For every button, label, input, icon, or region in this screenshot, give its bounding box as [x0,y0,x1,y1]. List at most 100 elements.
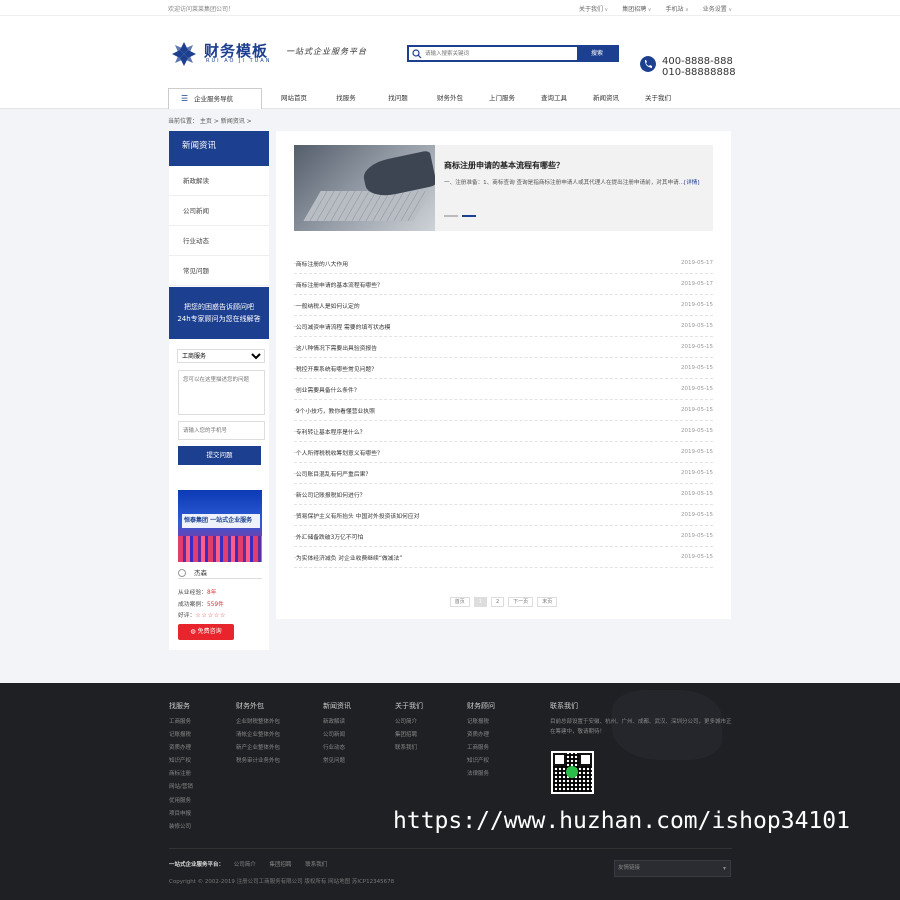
service-select[interactable]: 工商服务 [177,349,265,363]
news-row[interactable]: 商标注册的八大作用 2019-05-17 [294,253,713,274]
pager-next[interactable]: 下一页 [508,597,534,607]
footer-link[interactable]: 知识产权 [467,755,495,768]
news-row[interactable]: 专利转让基本程序是什么？ 2019-05-15 [294,421,713,442]
search-button[interactable]: 搜索 [577,47,617,60]
footer-link[interactable]: 资质办理 [467,729,495,742]
footer-link[interactable]: 新政解读 [323,716,351,729]
footer-link[interactable]: 法律服务 [467,768,495,781]
sidebar-item-faq[interactable]: 常见问题 [169,256,269,286]
nav-item-questions[interactable]: 找问题 [372,88,424,109]
news-title[interactable]: 新公司记账报税如何进行？ [294,490,366,499]
news-row[interactable]: 公司减资申请流程 需要的填写状态模 2019-05-15 [294,316,713,337]
sidebar-item-company-news[interactable]: 公司新闻 [169,196,269,226]
news-title[interactable]: 9个小技巧，教你看懂营业执照 [294,406,375,415]
featured-more-link[interactable]: [详情] [684,180,700,186]
sidebar-item-industry[interactable]: 行业动态 [169,226,269,256]
footer-link[interactable]: 优用服务 [169,795,193,808]
category-nav-button[interactable]: ☰ 企业服务导航 [168,88,262,109]
slider-dot-active[interactable] [462,215,476,217]
footer-link-jobs[interactable]: 集团招聘 [270,862,292,868]
news-row[interactable]: 这八种情况下需要出具验资报告 2019-05-15 [294,337,713,358]
featured-image[interactable] [294,145,435,231]
nav-item-about[interactable]: 关于我们 [632,88,684,109]
sidebar-item-policy[interactable]: 新政解读 [169,166,269,196]
news-row[interactable]: 个人所得税税收筹划意义有哪些？ 2019-05-15 [294,442,713,463]
footer-link[interactable]: 资质办理 [169,742,193,755]
top-link-jobs[interactable]: 集团招聘 [622,4,651,13]
advisor-name-row: 杰森 [178,567,262,579]
nav-item-onsite[interactable]: 上门服务 [476,88,528,109]
news-title[interactable]: 外汇储备跌破3万亿不可怕 [294,532,363,541]
nav-item-outsourcing[interactable]: 财务外包 [424,88,476,109]
footer-link[interactable]: 工商服务 [467,742,495,755]
news-row[interactable]: 商标注册申请的基本流程有哪些？ 2019-05-17 [294,274,713,295]
news-title[interactable]: 公司减资申请流程 需要的填写状态模 [294,322,391,331]
footer-link[interactable]: 公司简介 [395,716,423,729]
news-row[interactable]: 创业需要具备什么条件？ 2019-05-15 [294,379,713,400]
pager-last[interactable]: 末页 [537,597,558,607]
footer-link[interactable]: 公司新闻 [323,729,351,742]
top-link-about[interactable]: 关于我们 [579,4,608,13]
pager-first[interactable]: 首页 [449,597,470,607]
logo[interactable]: 财务模板 RUI AO JI TUAN [170,38,280,68]
footer-link[interactable]: 项目申报 [169,808,193,821]
free-consult-button[interactable]: ◍ 免费咨询 [178,624,234,640]
footer-link[interactable]: 常见问题 [323,755,351,768]
footer-link[interactable]: 清帐企业整体外包 [236,729,280,742]
phone-input[interactable] [178,421,265,440]
news-list: 商标注册的八大作用 2019-05-17 商标注册申请的基本流程有哪些？ 2019-0… [294,253,713,568]
footer-link[interactable]: 工商服务 [169,716,193,729]
featured-title[interactable]: 商标注册申请的基本流程有哪些？ [444,160,564,171]
news-title[interactable]: 为实体经济减负 对企业收费继续“做减法” [294,553,402,562]
footer-link-contact[interactable]: 联系我们 [305,862,327,868]
footer-link[interactable]: 联系我们 [395,742,423,755]
news-row[interactable]: 一般纳税人是如何认定的 2019-05-15 [294,295,713,316]
pager-page-1[interactable]: 1 [473,597,487,607]
footer-link[interactable]: 商标注册 [169,768,193,781]
news-row[interactable]: 新公司记账报税如何进行？ 2019-05-15 [294,484,713,505]
footer-link-about[interactable]: 公司简介 [234,862,256,868]
featured-article[interactable]: 商标注册申请的基本流程有哪些？ 一、注册准备：1、商标查询 查询是指商标注册申请… [294,145,713,231]
news-title[interactable]: 贸易保护主义有所抬头 中国对外投资该如何应对 [294,511,420,520]
nav-item-services[interactable]: 找服务 [320,88,372,109]
news-title[interactable]: 商标注册的八大作用 [294,259,348,268]
news-title[interactable]: 专利转让基本程序是什么？ [294,427,366,436]
footer-link[interactable]: 网站/营销 [169,781,193,794]
welcome-text: 欢迎访问莱莱集团公司！ [168,6,235,13]
news-title[interactable]: 一般纳税人是如何认定的 [294,301,360,310]
question-textarea[interactable] [178,370,265,415]
footer-link[interactable]: 记账报税 [467,716,495,729]
news-title[interactable]: 创业需要具备什么条件？ [294,385,360,394]
footer-link[interactable]: 知识产权 [169,755,193,768]
news-row[interactable]: 贸易保护主义有所抬头 中国对外投资该如何应对 2019-05-15 [294,505,713,526]
footer-link[interactable]: 企业财税整体外包 [236,716,280,729]
slider-dot[interactable] [444,215,458,217]
news-row[interactable]: 外汇储备跌破3万亿不可怕 2019-05-15 [294,526,713,547]
footer-link[interactable]: 记账报税 [169,729,193,742]
footer-link[interactable]: 税务审计业务外包 [236,755,280,768]
news-row[interactable]: 税控开票系统有哪些常见问题？ 2019-05-15 [294,358,713,379]
submit-question-button[interactable]: 提交问题 [178,446,261,465]
top-link-mobile[interactable]: 手机站 [665,4,688,13]
search-input[interactable] [425,48,575,59]
footer-link[interactable]: 新产企业整体外包 [236,742,280,755]
news-title[interactable]: 商标注册申请的基本流程有哪些？ [294,280,383,289]
friend-links-select[interactable]: 友情链接 [614,860,731,877]
news-row[interactable]: 9个小技巧，教你看懂营业执照 2019-05-15 [294,400,713,421]
news-row[interactable]: 公司账目混乱有何严重后果？ 2019-05-15 [294,463,713,484]
pager-page-2[interactable]: 2 [490,597,505,607]
news-title[interactable]: 公司账目混乱有何严重后果？ [294,469,371,478]
news-title[interactable]: 税控开票系统有哪些常见问题？ [294,364,377,373]
footer-link[interactable]: 集团招聘 [395,729,423,742]
top-link-settings[interactable]: 业务设置 [703,4,732,13]
news-title[interactable]: 这八种情况下需要出具验资报告 [294,343,377,352]
news-row[interactable]: 为实体经济减负 对企业收费继续“做减法” 2019-05-15 [294,547,713,568]
footer-link[interactable]: 行业动态 [323,742,351,755]
nav-item-home[interactable]: 网站首页 [268,88,320,109]
advisor-banner-image[interactable]: 恒泰集团 一站式企业服务 [178,490,262,562]
news-title[interactable]: 个人所得税税收筹划意义有哪些？ [294,448,383,457]
chat-icon: ◍ [190,628,198,635]
nav-item-tools[interactable]: 查询工具 [528,88,580,109]
nav-item-news[interactable]: 新闻资讯 [580,88,632,109]
footer-link[interactable]: 装修公司 [169,821,193,834]
